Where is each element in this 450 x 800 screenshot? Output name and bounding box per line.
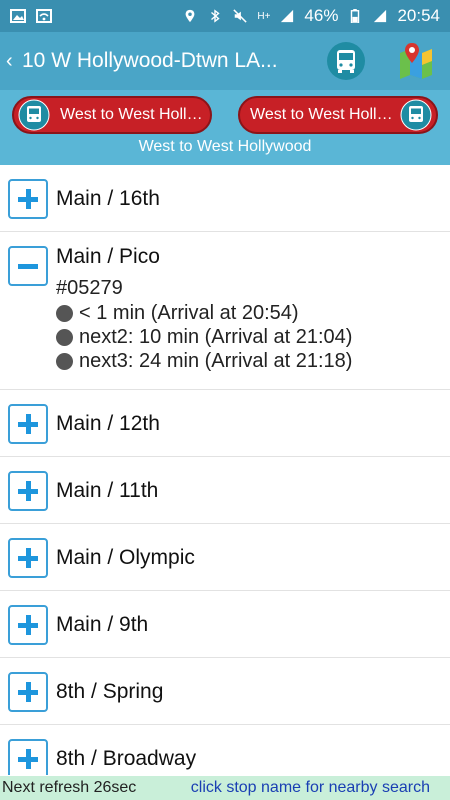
arrival-item: next3: 24 min (Arrival at 21:18) <box>56 350 352 373</box>
bus-icon <box>18 99 50 131</box>
stop-row[interactable]: 8th / Broadway <box>0 725 450 775</box>
wifi-icon <box>36 9 52 23</box>
stop-name[interactable]: Main / 12th <box>56 412 160 436</box>
stop-name[interactable]: 8th / Spring <box>56 680 163 704</box>
bus-icon[interactable] <box>326 41 366 81</box>
status-bar: H+ 46% 20:54 <box>0 0 450 32</box>
map-icon[interactable] <box>396 41 436 81</box>
refresh-countdown: Next refresh 26sec <box>2 779 137 796</box>
back-chevron-icon[interactable]: ‹ <box>6 50 18 73</box>
route-title[interactable]: 10 W Hollywood-Dtwn LA... <box>22 49 312 73</box>
signal-icon <box>374 9 387 23</box>
plus-icon[interactable] <box>8 672 48 712</box>
nearby-search-hint: click stop name for nearby search <box>190 779 430 796</box>
dot-icon <box>56 353 73 370</box>
dot-icon <box>56 329 73 346</box>
stop-name[interactable]: 8th / Broadway <box>56 747 196 771</box>
stop-row[interactable]: Main / 11th <box>0 457 450 524</box>
minus-icon[interactable] <box>8 246 48 286</box>
stop-row[interactable]: 8th / Spring <box>0 658 450 725</box>
clock: 20:54 <box>397 6 440 25</box>
battery-icon <box>351 9 360 23</box>
stop-name[interactable]: Main / Olympic <box>56 546 195 570</box>
bus-icon <box>400 99 432 131</box>
current-direction-label: West to West Hollywood <box>138 138 312 155</box>
plus-icon[interactable] <box>8 404 48 444</box>
stop-name[interactable]: Main / Pico <box>56 245 160 269</box>
plus-icon[interactable] <box>8 179 48 219</box>
stop-row-expanded[interactable]: Main / Pico #05279 < 1 min (Arrival at 2… <box>0 232 450 390</box>
bluetooth-icon <box>211 9 220 23</box>
footer-bar: Next refresh 26sec click stop name for n… <box>0 776 450 800</box>
arrival-text: < 1 min (Arrival at 20:54) <box>79 302 299 324</box>
arrival-item: next2: 10 min (Arrival at 21:04) <box>56 326 352 349</box>
stop-row[interactable]: Main / 9th <box>0 591 450 658</box>
location-icon <box>185 9 195 23</box>
plus-icon[interactable] <box>8 471 48 511</box>
arrival-item: < 1 min (Arrival at 20:54) <box>56 302 299 325</box>
direction-button-left[interactable]: West to West Hollywood <box>12 96 212 134</box>
signal-icon <box>281 9 294 23</box>
stop-row[interactable]: Main / 12th <box>0 390 450 457</box>
direction-panel: West to West Hollywood West to West Holl… <box>0 90 450 165</box>
dot-icon <box>56 305 73 322</box>
battery-percent: 46% <box>304 6 339 25</box>
network-label: H+ <box>257 10 271 22</box>
stop-name[interactable]: Main / 16th <box>56 187 160 211</box>
stop-name[interactable]: Main / 11th <box>56 479 158 503</box>
image-icon <box>10 9 26 23</box>
stop-id: #05279 <box>56 277 123 299</box>
mute-icon <box>233 9 248 23</box>
plus-icon[interactable] <box>8 605 48 645</box>
direction-left-label: West to West Hollywood <box>60 106 205 123</box>
direction-right-label: West to West Hollywood <box>250 106 398 123</box>
action-bar: ‹ 10 W Hollywood-Dtwn LA... <box>0 32 450 90</box>
stop-row[interactable]: Main / 16th <box>0 165 450 232</box>
stop-row[interactable]: Main / Olympic <box>0 524 450 591</box>
direction-button-right[interactable]: West to West Hollywood <box>238 96 438 134</box>
arrival-text: next2: 10 min (Arrival at 21:04) <box>79 326 353 348</box>
plus-icon[interactable] <box>8 538 48 578</box>
arrival-text: next3: 24 min (Arrival at 21:18) <box>79 350 353 372</box>
plus-icon[interactable] <box>8 739 48 775</box>
stop-name[interactable]: Main / 9th <box>56 613 148 637</box>
stop-list[interactable]: Main / 16th Main / Pico #05279 < 1 min (… <box>0 165 450 775</box>
